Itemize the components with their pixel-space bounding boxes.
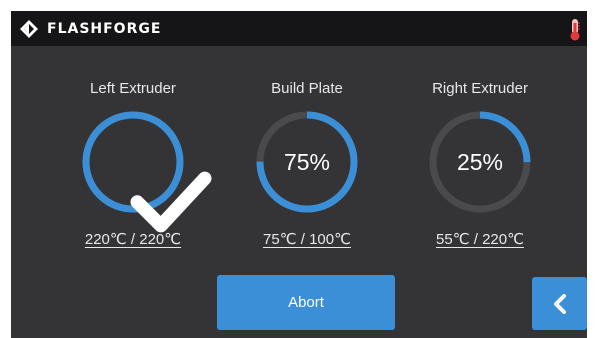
thermometer-icon	[570, 19, 580, 41]
top-bar: FLASHFORGE	[11, 11, 587, 46]
left-extruder-gauge	[79, 108, 212, 233]
right-extruder-title: Right Extruder	[432, 80, 528, 97]
back-button[interactable]	[532, 277, 587, 330]
right-extruder-percent: 25%	[456, 149, 504, 175]
brand-logo: FLASHFORGE	[19, 19, 161, 39]
right-extruder-gauge: 25%	[426, 108, 534, 216]
heating-screen: FLASHFORGE Left Extruder 220℃ / 220℃ Bui…	[11, 11, 587, 338]
abort-button-label: Abort	[288, 294, 324, 311]
build-plate-gauge: 75%	[253, 108, 361, 216]
left-extruder-temp[interactable]: 220℃ / 220℃	[58, 230, 208, 248]
chevron-left-icon	[553, 293, 566, 314]
left-extruder-title: Left Extruder	[90, 80, 176, 97]
build-plate-percent: 75%	[283, 149, 331, 175]
flashforge-logo-icon	[20, 20, 38, 38]
build-plate-title: Build Plate	[271, 80, 343, 97]
brand-name: FLASHFORGE	[47, 21, 162, 37]
abort-button[interactable]: Abort	[217, 275, 395, 330]
build-plate-temp[interactable]: 75℃ / 100℃	[232, 230, 382, 248]
right-extruder-temp[interactable]: 55℃ / 220℃	[405, 230, 555, 248]
